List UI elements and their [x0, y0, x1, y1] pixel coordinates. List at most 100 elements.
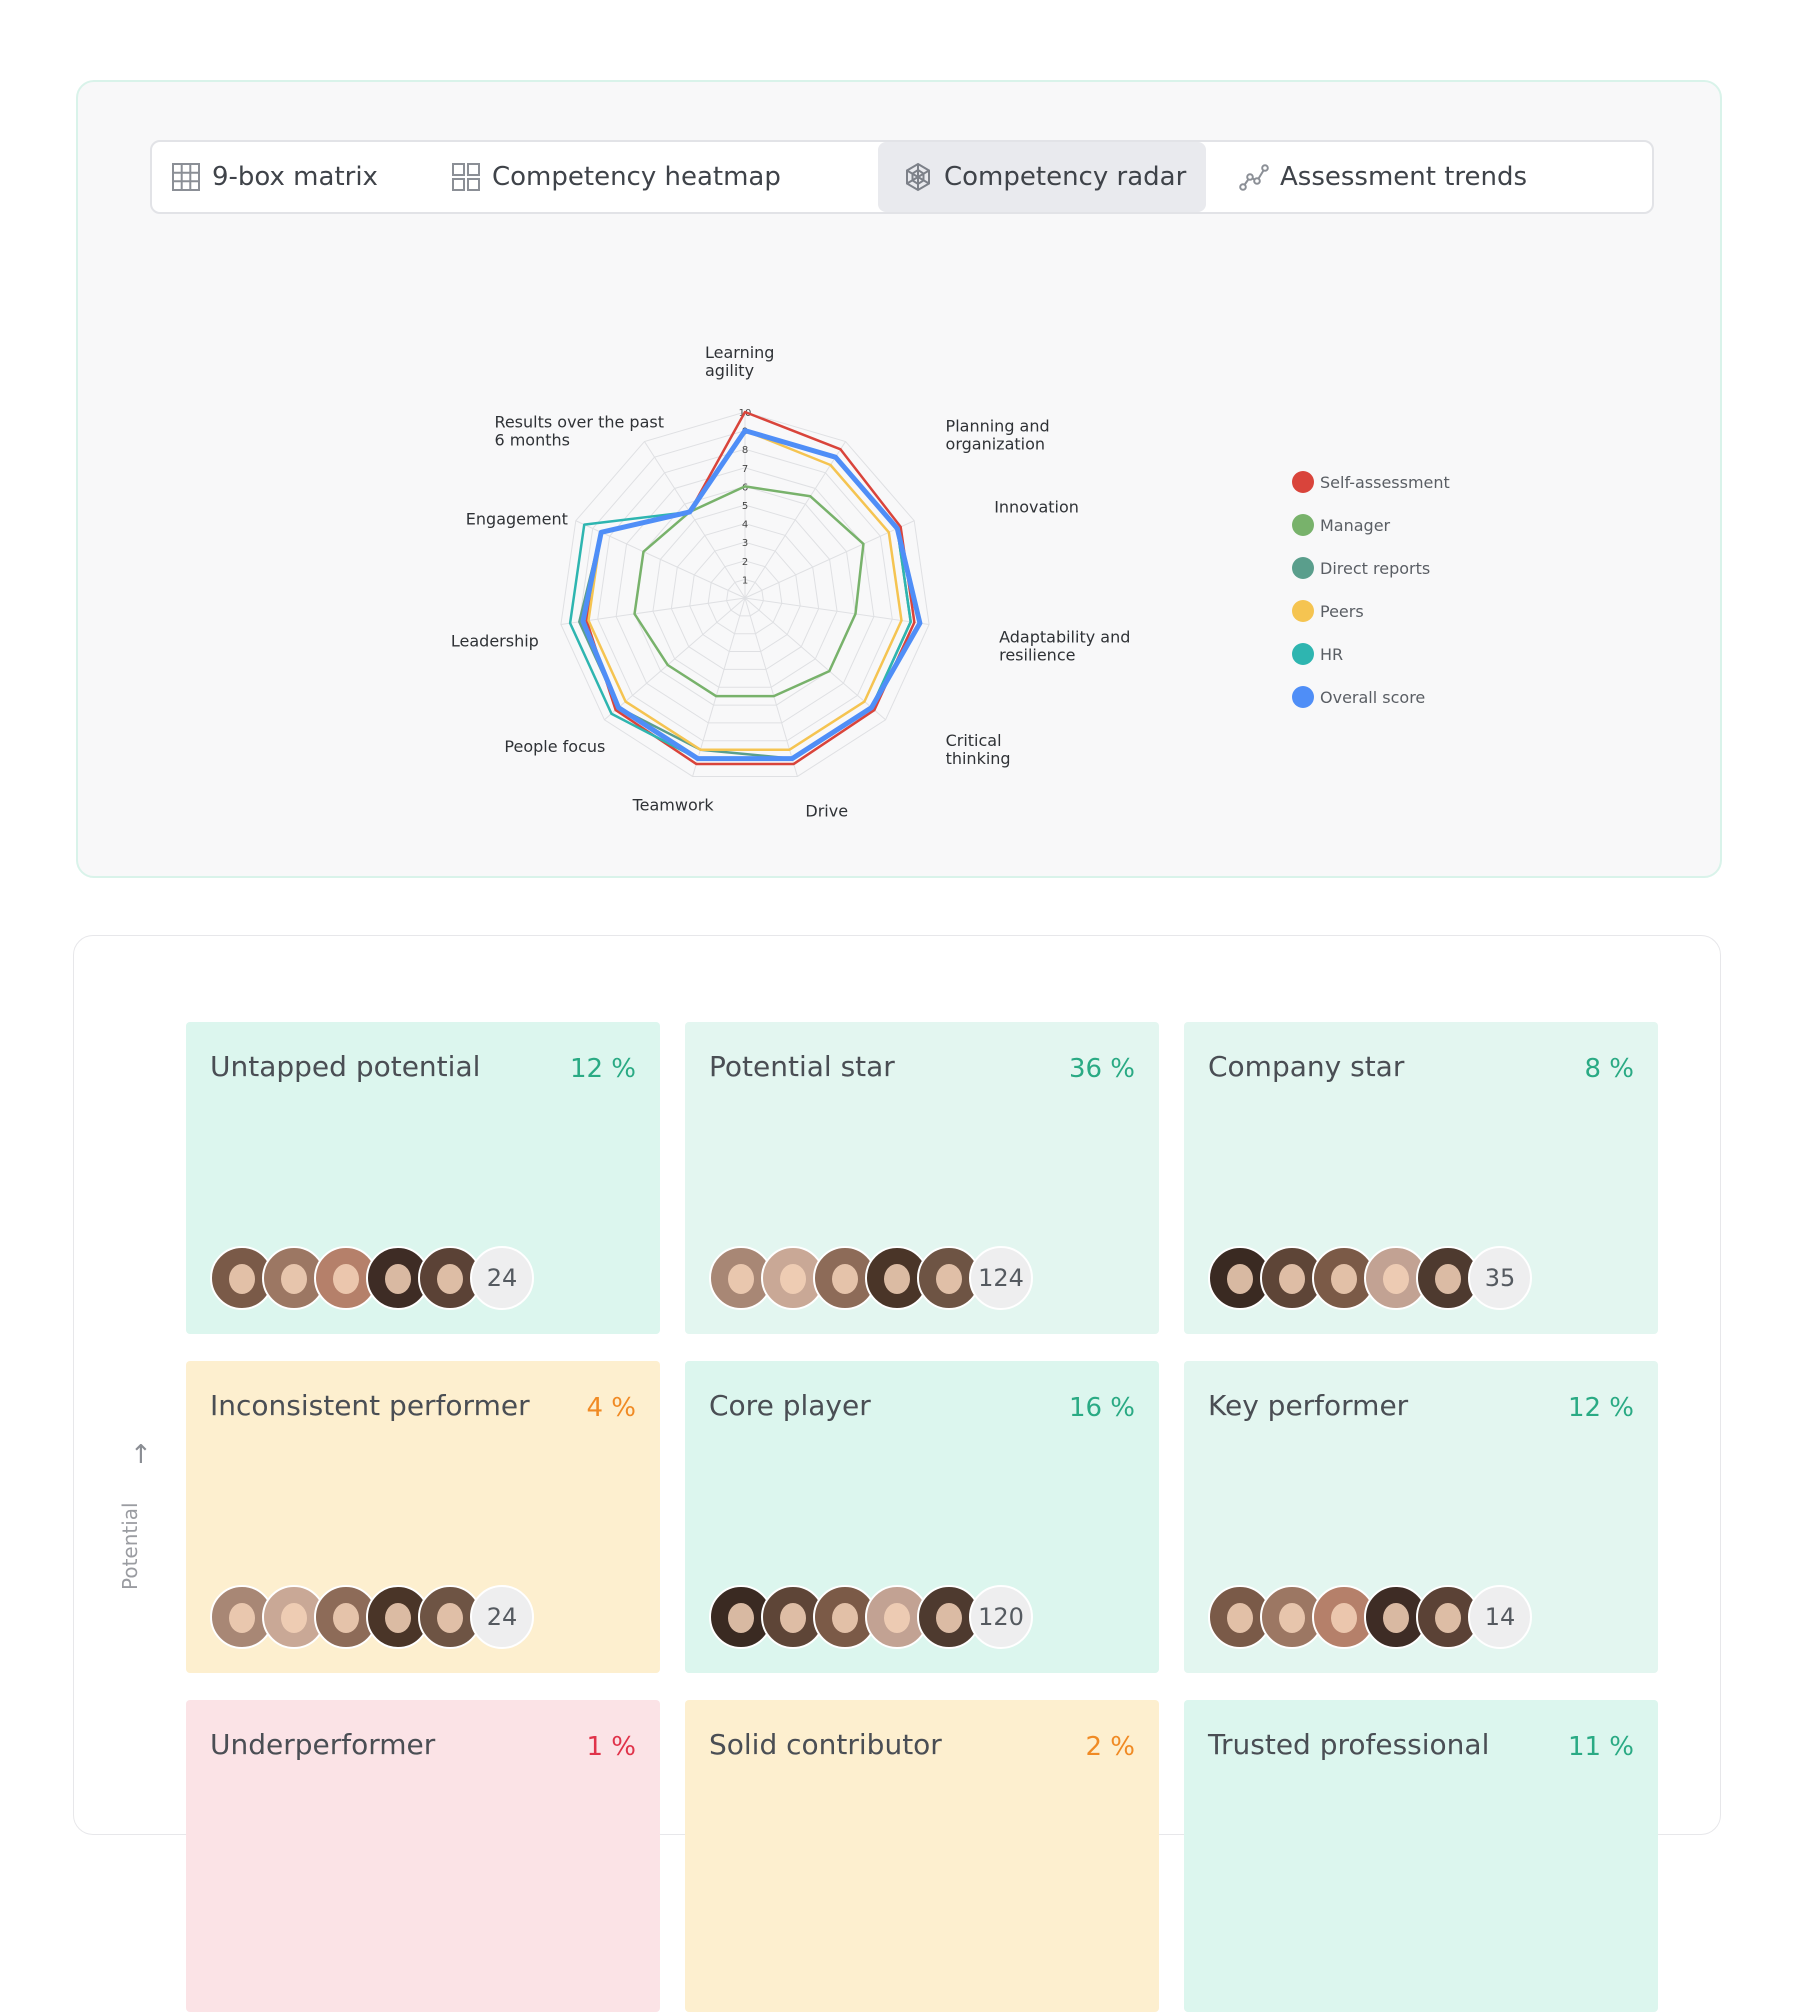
matrix-cell[interactable]: Solid contributor 2 % — [685, 1700, 1159, 2012]
radar-axis-label: Leadership — [451, 631, 539, 650]
legend-marker — [1292, 600, 1314, 622]
legend-marker — [1292, 557, 1314, 579]
legend-marker — [1292, 643, 1314, 665]
avatar-stack[interactable]: 124 — [709, 1246, 1033, 1310]
employee-count-badge: 24 — [470, 1585, 534, 1649]
matrix-cell[interactable]: Core player 16 % 120 — [685, 1361, 1159, 1673]
radar-axis-label-line: resilience — [999, 645, 1075, 664]
potential-axis-label: Potential — [118, 1502, 142, 1590]
radar-axis-label: Planning and organization — [946, 417, 1050, 454]
employee-count-badge: 120 — [969, 1585, 1033, 1649]
matrix-cell[interactable]: Key performer 12 % 14 — [1184, 1361, 1658, 1673]
radar-axis-label: Engagement — [466, 510, 568, 529]
legend-label: Overall score — [1320, 688, 1425, 707]
legend-label: Direct reports — [1320, 559, 1430, 578]
cell-percentage: 1 % — [586, 1732, 636, 1762]
radar-axis-label: Critical thinking — [946, 731, 1011, 768]
radar-tick-label: 4 — [742, 520, 748, 531]
cell-title: Underperformer — [210, 1728, 436, 1761]
avatar-stack[interactable]: 14 — [1208, 1585, 1532, 1649]
legend-label: Self-assessment — [1320, 473, 1450, 492]
tab-label: Assessment trends — [1280, 162, 1528, 192]
radar-axis-label-line: Engagement — [466, 510, 568, 529]
cell-title: Trusted professional — [1208, 1728, 1490, 1761]
squares-icon — [452, 163, 480, 191]
radar-icon — [906, 162, 930, 192]
competency-radar-chart: 1 2 3 4 5 6 7 8 9 10 Learning agility Planning and or… — [378, 272, 1738, 852]
radar-tick-label: 3 — [742, 538, 748, 549]
radar-axis-label-line: Results over the past — [494, 413, 664, 432]
cell-percentage: 12 % — [1567, 1393, 1634, 1423]
trend-icon — [1239, 164, 1269, 191]
cell-title: Key performer — [1208, 1389, 1409, 1422]
radar-axis-label-line: thinking — [946, 749, 1011, 768]
legend-label: Manager — [1320, 516, 1391, 535]
tab-label: 9-box matrix — [212, 162, 378, 192]
radar-axis-label-line: agility — [705, 361, 754, 380]
cell-title: Core player — [709, 1389, 871, 1422]
radar-tick-label: 2 — [742, 557, 748, 568]
cell-percentage: 8 % — [1584, 1054, 1634, 1084]
legend-marker — [1292, 686, 1314, 708]
cell-title: Potential star — [709, 1050, 895, 1083]
radar-tick-label: 1 — [742, 575, 748, 586]
cell-percentage: 16 % — [1068, 1393, 1135, 1423]
radar-tick-label: 7 — [742, 464, 748, 475]
cell-percentage: 2 % — [1085, 1732, 1135, 1762]
employee-count-badge: 35 — [1468, 1246, 1532, 1310]
tab-9-box-matrix[interactable]: 9-box matrix — [170, 142, 420, 212]
analytics-panel: 9-box matrix Competency heatmap Competen… — [76, 80, 1722, 878]
tab-label: Competency radar — [944, 162, 1187, 192]
cell-percentage: 36 % — [1068, 1054, 1135, 1084]
tab-assessment-trends[interactable]: Assessment trends — [1238, 142, 1568, 212]
employee-count-badge: 124 — [969, 1246, 1033, 1310]
radar-axis-label-line: Drive — [805, 801, 848, 820]
avatar-stack[interactable]: 35 — [1208, 1246, 1532, 1310]
avatar-stack[interactable]: 24 — [210, 1246, 534, 1310]
matrix-cell[interactable]: Company star 8 % 35 — [1184, 1022, 1658, 1334]
radar-tick-label: 5 — [742, 501, 748, 512]
radar-axis-label: Learning agility — [705, 343, 774, 380]
cell-title: Company star — [1208, 1050, 1405, 1083]
view-tabs: 9-box matrix Competency heatmap Competen… — [150, 140, 1654, 214]
matrix-cell[interactable]: Underperformer 1 % — [186, 1700, 660, 2012]
radar-axis-label-line: Leadership — [451, 631, 539, 650]
radar-axis-label-line: People focus — [504, 737, 605, 756]
cell-percentage: 12 % — [569, 1054, 636, 1084]
tab-competency-heatmap[interactable]: Competency heatmap — [450, 142, 850, 212]
avatar-stack[interactable]: 24 — [210, 1585, 534, 1649]
radar-axis-label-line: 6 months — [494, 431, 570, 450]
radar-axis-label: Adaptability and resilience — [999, 627, 1130, 664]
cell-percentage: 11 % — [1567, 1732, 1634, 1762]
matrix-cell[interactable]: Inconsistent performer 4 % 24 — [186, 1361, 660, 1673]
cell-title: Inconsistent performer — [210, 1389, 530, 1422]
matrix-cell[interactable]: Trusted professional 11 % — [1184, 1700, 1658, 2012]
arrow-up-icon: ↑ — [130, 1440, 152, 1470]
employee-count-badge: 24 — [470, 1246, 534, 1310]
legend-label: Peers — [1320, 602, 1364, 621]
radar-axis-label-line: Teamwork — [632, 795, 715, 814]
radar-axis-label-line: Critical — [946, 731, 1002, 750]
radar-axis-label: Results over the past 6 months — [494, 413, 664, 450]
legend-label: HR — [1320, 645, 1343, 664]
cell-percentage: 4 % — [586, 1393, 636, 1423]
radar-axis-label-line: Innovation — [994, 498, 1079, 517]
employee-count-badge: 14 — [1468, 1585, 1532, 1649]
radar-axis-label-line: Planning and — [946, 417, 1050, 436]
legend-marker — [1292, 471, 1314, 493]
tab-competency-radar[interactable]: Competency radar — [878, 142, 1206, 212]
radar-axis-label: Innovation — [994, 498, 1079, 517]
tab-label: Competency heatmap — [492, 162, 781, 192]
matrix-cell[interactable]: Untapped potential 12 % 24 — [186, 1022, 660, 1334]
grid-icon — [172, 163, 200, 191]
radar-axis-label: People focus — [504, 737, 605, 756]
legend-marker — [1292, 514, 1314, 536]
cell-title: Solid contributor — [709, 1728, 942, 1761]
radar-axis-label-line: Adaptability and — [999, 627, 1130, 646]
radar-tick-label: 8 — [742, 445, 748, 456]
avatar-stack[interactable]: 120 — [709, 1585, 1033, 1649]
cell-title: Untapped potential — [210, 1050, 481, 1083]
radar-axis-label: Teamwork — [632, 795, 715, 814]
matrix-cell[interactable]: Potential star 36 % 124 — [685, 1022, 1159, 1334]
radar-axis-label: Drive — [805, 801, 848, 820]
